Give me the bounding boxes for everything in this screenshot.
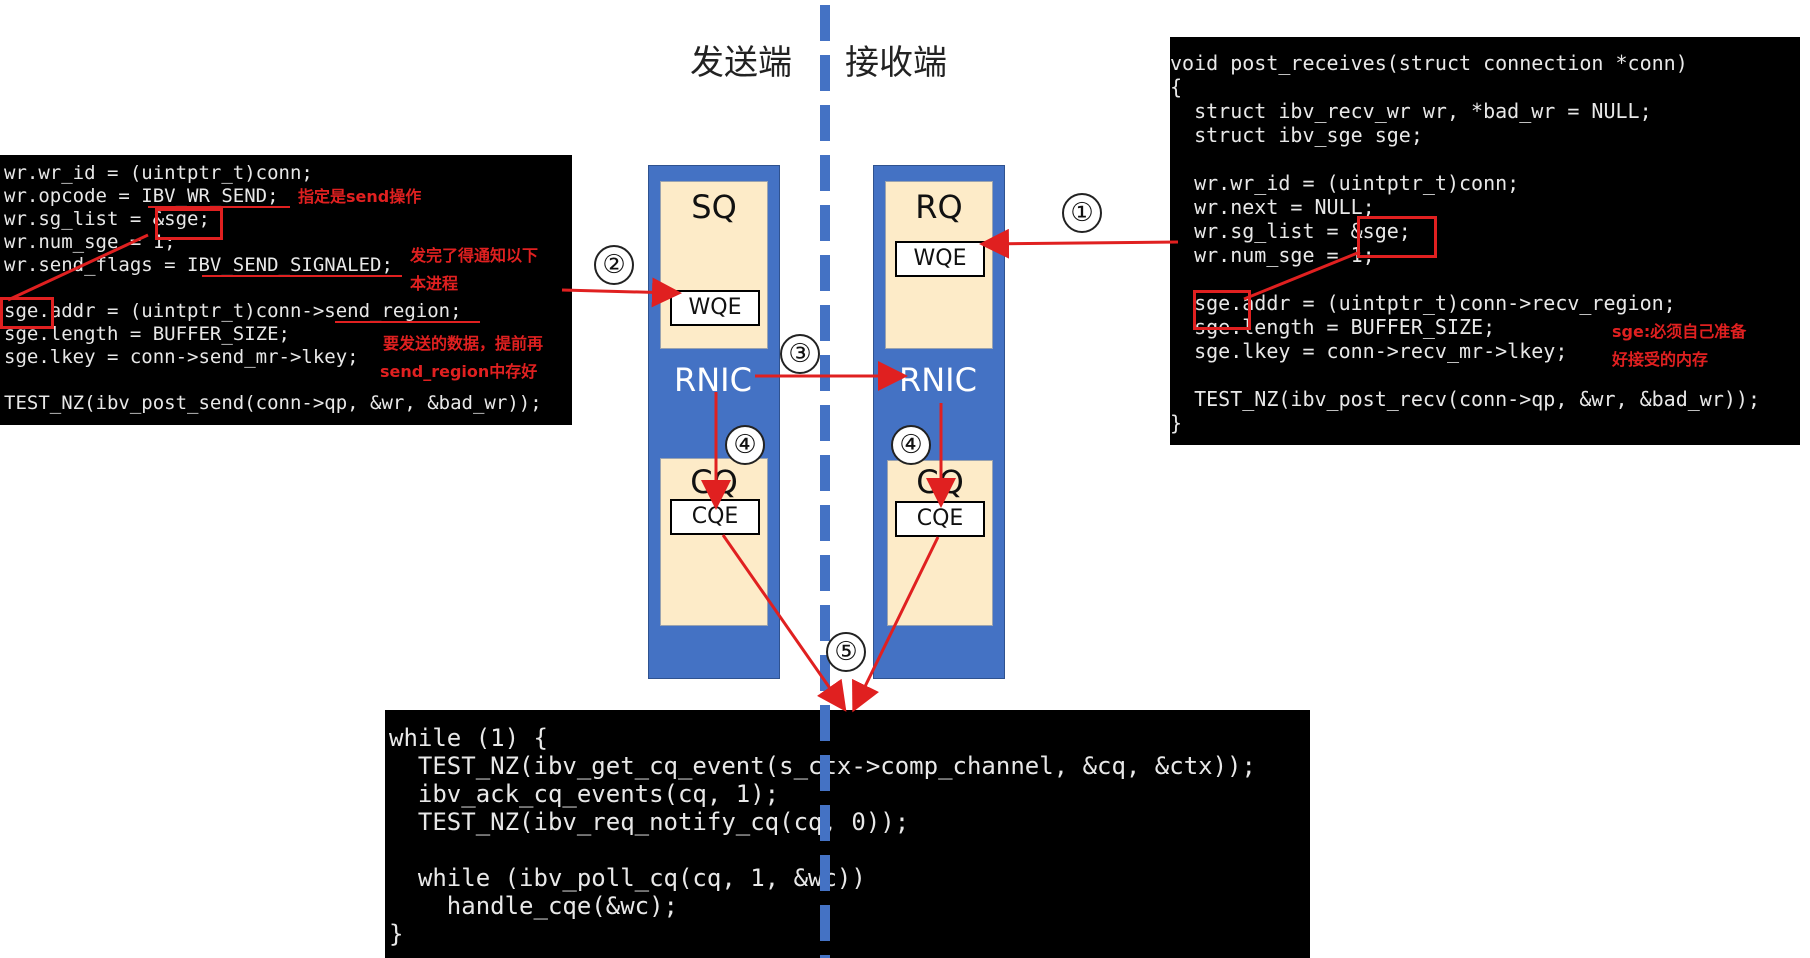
- sge-link-left: [7, 233, 149, 302]
- annotation-notify-2: 本进程: [410, 274, 459, 293]
- sge-link-right: [1243, 250, 1361, 301]
- arrows-overlay: [7, 5, 1361, 958]
- step-4-sender-marker: ④: [725, 425, 765, 465]
- arrow-step-5-receiver: [852, 536, 940, 713]
- diagram-canvas: wr.wr_id = (uintptr_t)conn; wr.opcode = …: [0, 0, 1810, 958]
- arrow-step-2: [561, 277, 682, 308]
- annotation-data-2: send_region中存好: [380, 362, 538, 381]
- step-2-marker: ②: [594, 245, 634, 285]
- annotation-send-op: 指定是send操作: [298, 187, 422, 206]
- annotation-recv-2: 好接受的内存: [1612, 350, 1709, 369]
- annotation-notify-1: 发完了得通知以下: [410, 246, 539, 265]
- arrow-step-1: [979, 228, 1179, 259]
- annotation-data-1: 要发送的数据，提前再: [383, 334, 544, 353]
- highlight-sge-right: [1357, 216, 1437, 258]
- step-1-marker: ①: [1062, 193, 1102, 233]
- highlight-sge-addr-left: [0, 297, 54, 329]
- step-5-marker: ⑤: [826, 632, 866, 672]
- step-4-receiver-marker: ④: [891, 425, 931, 465]
- annotation-recv-1: sge:必须自己准备: [1612, 322, 1747, 341]
- highlight-sge-addr-right: [1193, 290, 1251, 330]
- step-3-marker: ③: [780, 334, 820, 374]
- highlight-sge-left: [155, 208, 223, 240]
